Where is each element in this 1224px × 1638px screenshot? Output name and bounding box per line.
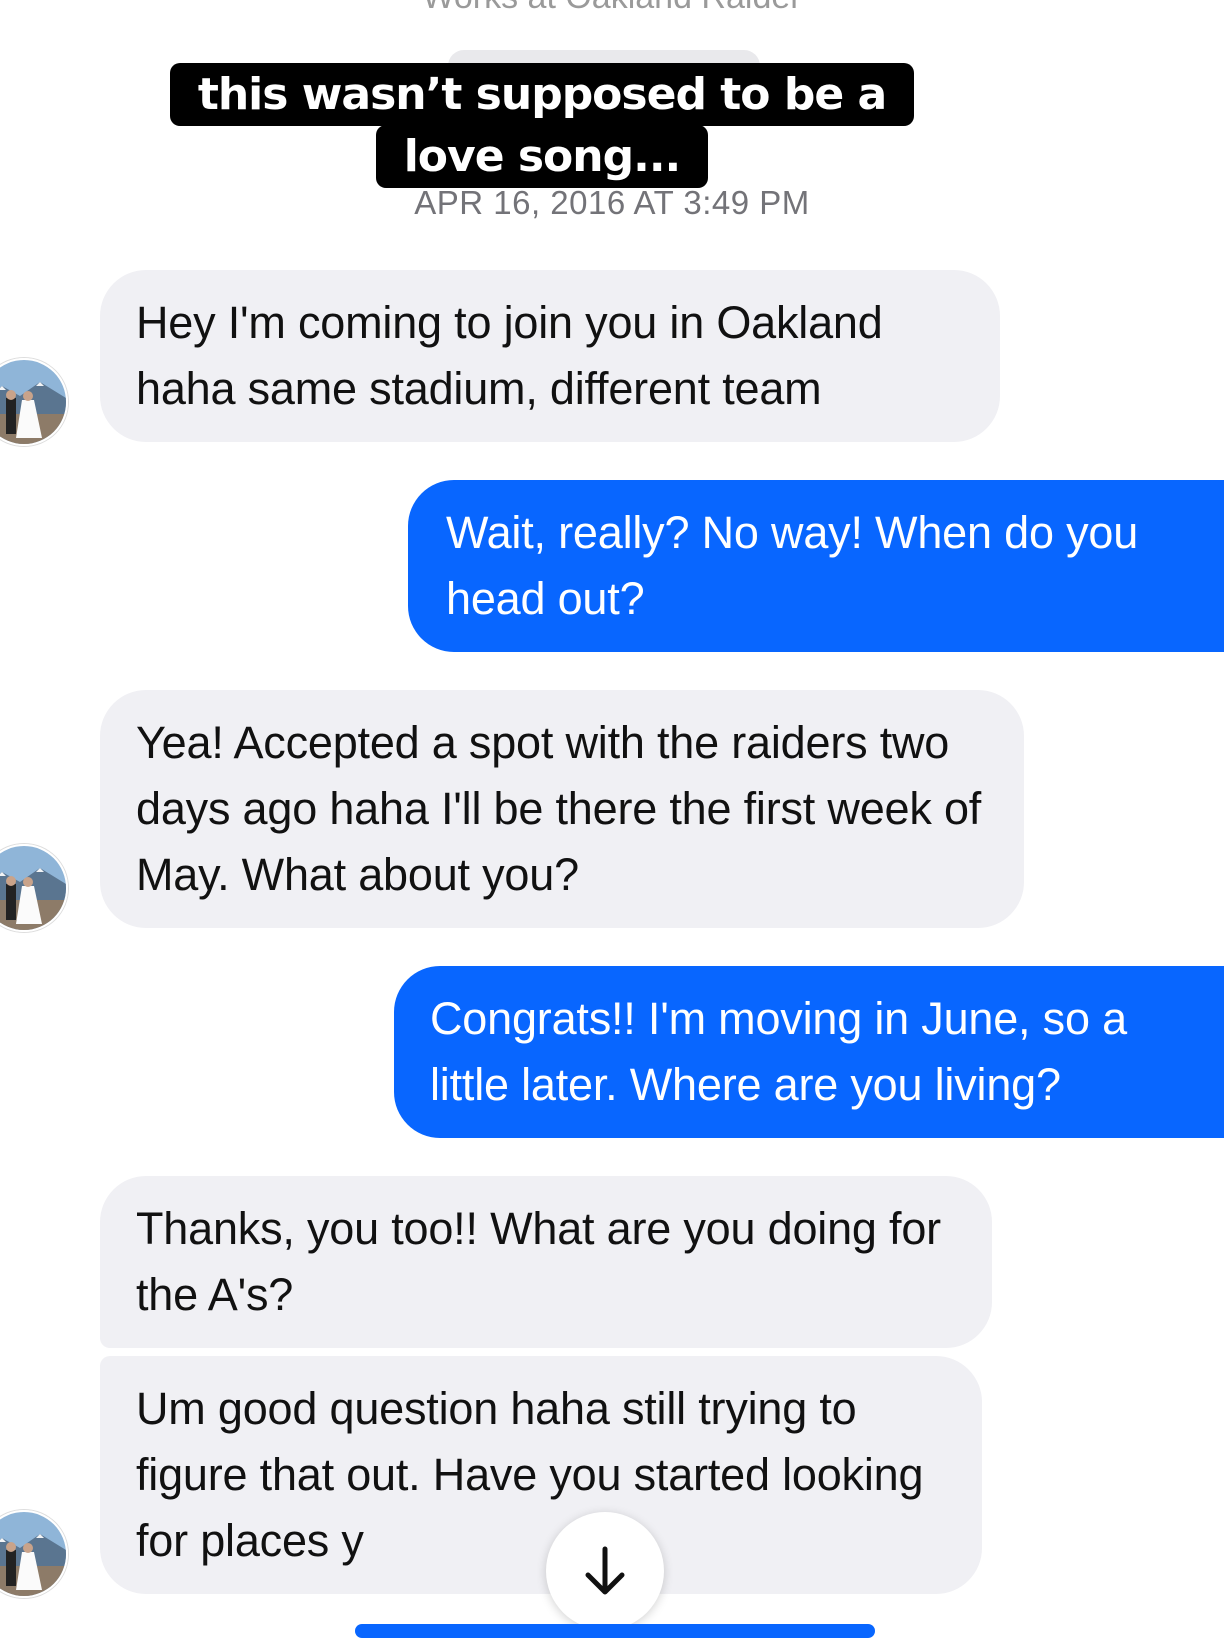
contact-avatar[interactable]	[0, 1510, 68, 1598]
video-caption-overlay: this wasn’t supposed to be a love song..…	[140, 63, 944, 188]
incoming-message-bubble[interactable]: Hey I'm coming to join you in Oakland ha…	[100, 270, 1000, 442]
contact-avatar[interactable]	[0, 844, 68, 932]
arrow-down-icon	[585, 1546, 625, 1595]
message-text: Congrats!! I'm moving in June, so a litt…	[430, 993, 1127, 1110]
message-timestamp: APR 16, 2016 AT 3:49 PM	[414, 184, 810, 221]
contact-avatar[interactable]	[0, 358, 68, 446]
incoming-message-bubble[interactable]: Thanks, you too!! What are you doing for…	[100, 1176, 992, 1348]
incoming-message-bubble[interactable]: Um good question haha still trying to fi…	[100, 1356, 982, 1594]
message-text: Hey I'm coming to join you in Oakland ha…	[136, 297, 883, 414]
caption-text: this wasn’t supposed to be a love song..…	[169, 63, 915, 188]
avatar-photo-icon	[0, 1512, 66, 1596]
incoming-message-bubble[interactable]: Yea! Accepted a spot with the raiders tw…	[100, 690, 1024, 928]
outgoing-message-fragment	[355, 1624, 875, 1638]
message-text: Um good question haha still trying to fi…	[136, 1383, 924, 1566]
scroll-to-bottom-button[interactable]	[546, 1512, 664, 1630]
message-text: Wait, really? No way! When do you head o…	[446, 507, 1139, 624]
message-text: Thanks, you too!! What are you doing for…	[136, 1203, 941, 1320]
outgoing-message-bubble[interactable]: Wait, really? No way! When do you head o…	[408, 480, 1224, 652]
outgoing-message-bubble[interactable]: Congrats!! I'm moving in June, so a litt…	[394, 966, 1224, 1138]
avatar-photo-icon	[0, 846, 66, 930]
message-text: Yea! Accepted a spot with the raiders tw…	[136, 717, 982, 900]
avatar-photo-icon	[0, 360, 66, 444]
contact-subtitle: Works at Oakland Raider	[0, 0, 1224, 17]
